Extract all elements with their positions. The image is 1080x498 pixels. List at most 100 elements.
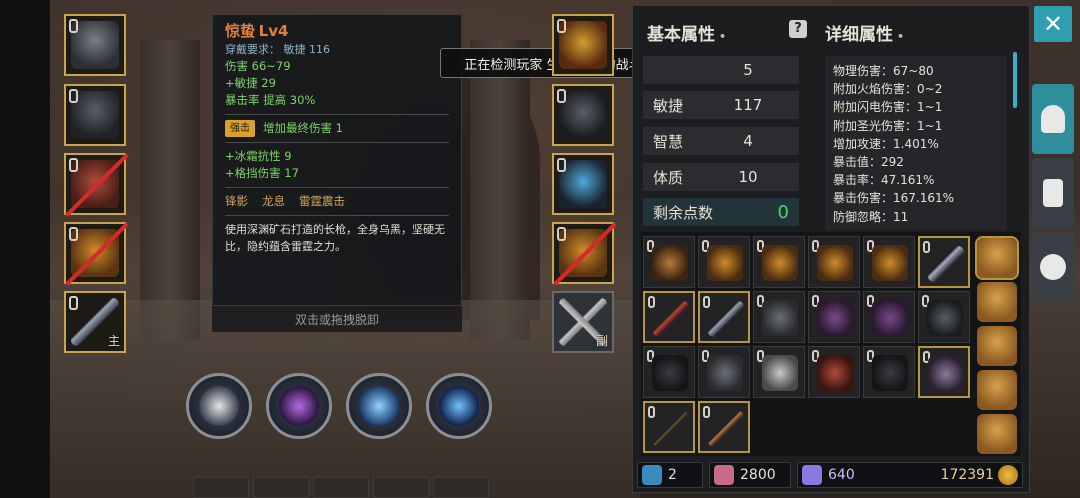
inventory-slot[interactable] <box>918 291 970 343</box>
equip-slot-sub-weapon[interactable]: 副 <box>552 291 614 353</box>
skill-button-2[interactable] <box>266 373 332 439</box>
skill-button-4[interactable] <box>426 373 492 439</box>
detail-stat: 防御忽略：11 <box>833 209 909 224</box>
inventory-slot[interactable] <box>643 236 695 288</box>
skills-tab-button[interactable] <box>1032 232 1074 302</box>
lock-chain-icon <box>69 227 78 241</box>
inventory-slot[interactable] <box>918 346 970 398</box>
stat-row: 敏捷 117 <box>643 91 799 119</box>
bag-tab[interactable] <box>977 326 1017 366</box>
inventory-slot[interactable] <box>643 346 695 398</box>
divider <box>225 114 449 115</box>
shoulder-armor-icon <box>927 300 963 336</box>
inventory-slot[interactable] <box>863 291 915 343</box>
equip-slot-chest[interactable] <box>64 153 126 215</box>
skill-button-1[interactable] <box>186 373 252 439</box>
item-skill: 雷霆震击 <box>299 194 345 208</box>
inventory-slot[interactable] <box>753 236 805 288</box>
item-level: Lv4 <box>258 22 289 40</box>
inventory-slot[interactable] <box>918 236 970 288</box>
detail-attributes-header: 详细属性 • <box>825 25 905 45</box>
chest-armor-icon <box>71 160 119 208</box>
stat-value: 10 <box>738 168 758 186</box>
detail-attributes-title: 详细属性 <box>825 25 893 45</box>
inventory-slot[interactable] <box>863 236 915 288</box>
inventory-slot[interactable] <box>753 346 805 398</box>
helmet-icon <box>762 300 798 336</box>
divider <box>225 142 449 143</box>
item-requirement: 穿戴要求： 敏捷 116 <box>225 41 449 58</box>
bottom-tab[interactable] <box>253 477 309 498</box>
inventory-slot[interactable] <box>698 346 750 398</box>
boots-icon <box>559 160 607 208</box>
spear-thrust-skill-icon <box>359 386 399 426</box>
lock-chain-icon <box>69 89 78 103</box>
equip-slot-necklace[interactable] <box>552 14 614 76</box>
shadow-skill-icon <box>279 386 319 426</box>
divider <box>225 187 449 188</box>
inventory-grid <box>641 232 1021 456</box>
equip-slot-main-weapon[interactable]: 主 <box>64 291 126 353</box>
equip-slot-bag[interactable] <box>64 222 126 284</box>
pouch-icon <box>71 229 119 277</box>
equip-slot-gloves[interactable] <box>552 84 614 146</box>
inventory-slot[interactable] <box>808 236 860 288</box>
item-skill: 锋影 <box>225 194 248 208</box>
inventory-slot[interactable] <box>698 401 750 453</box>
crossed-blades-icon <box>1043 179 1063 207</box>
close-button[interactable]: ✕ <box>1034 6 1072 42</box>
stat-row: 体质 10 <box>643 163 799 191</box>
item-name: 惊蛰 <box>225 22 256 40</box>
detail-stat: 附加闪电伤害：1~1 <box>833 100 943 115</box>
inventory-slot[interactable] <box>698 236 750 288</box>
stat-label: 敏捷 <box>653 96 684 115</box>
pouch-icon <box>762 245 798 281</box>
bottom-tab[interactable] <box>433 477 489 498</box>
shoulder-armor-icon <box>707 355 743 391</box>
item-stat: 暴击率 提高 30% <box>225 93 316 107</box>
inventory-slot[interactable] <box>643 291 695 343</box>
equip-slot-helmet[interactable] <box>64 14 126 76</box>
weapons-tab-button[interactable] <box>1032 158 1074 228</box>
bottom-tab[interactable] <box>193 477 249 498</box>
pouch-icon <box>872 245 908 281</box>
greatsword-icon <box>928 246 964 282</box>
chest-armor-icon <box>872 300 908 336</box>
equip-slot-shoulder[interactable] <box>64 84 126 146</box>
item-tooltip: 惊蛰 Lv4 穿戴要求： 敏捷 116 伤害 66~79 +敏捷 29 暴击率 … <box>212 14 462 306</box>
equip-slot-boots[interactable] <box>552 153 614 215</box>
bag-tab[interactable] <box>977 370 1017 410</box>
inventory-slot[interactable] <box>808 291 860 343</box>
pouch-icon <box>707 245 743 281</box>
bow-icon <box>653 411 689 447</box>
spear-icon <box>708 301 744 337</box>
inventory-slot[interactable] <box>863 346 915 398</box>
inventory-slot[interactable] <box>808 346 860 398</box>
bottom-tab[interactable] <box>373 477 429 498</box>
bag-tab[interactable] <box>977 414 1017 454</box>
bag-tab[interactable] <box>977 238 1017 278</box>
gold-value: 172391 <box>940 467 994 483</box>
detail-scrollbar[interactable] <box>1013 52 1017 108</box>
crystal-icon <box>802 465 822 485</box>
bottom-tab[interactable] <box>313 477 369 498</box>
detail-attributes-list[interactable]: 物理伤害：67~80 附加火焰伤害：0~2 附加闪电伤害：1~1 附加圣光伤害：… <box>825 56 1007 230</box>
help-icon[interactable]: ? <box>789 20 807 38</box>
detail-stat: 物理伤害：67~80 <box>833 64 934 78</box>
inventory-slot[interactable] <box>643 401 695 453</box>
gloves-icon <box>872 355 908 391</box>
detail-stat: 暴击伤害：167.161% <box>833 191 955 206</box>
inventory-slot[interactable] <box>753 291 805 343</box>
item-title: 惊蛰 Lv4 <box>225 23 449 41</box>
equipment-tab-button[interactable] <box>1032 84 1074 154</box>
detail-stat: 附加圣光伤害：1~1 <box>833 118 943 133</box>
equip-slot-accessory[interactable] <box>552 222 614 284</box>
inventory-slot[interactable] <box>698 291 750 343</box>
item-description: 使用深渊矿石打造的长枪，全身乌黑，坚硬无比，隐约蕴含雷霆之力。 <box>225 223 445 253</box>
skill-button-3[interactable] <box>346 373 412 439</box>
armor-icon <box>652 355 688 391</box>
axe-icon <box>928 356 964 392</box>
basic-attributes-title: 基本属性 <box>647 25 715 45</box>
unequip-hint[interactable]: 双击或拖拽脱卸 <box>212 306 462 332</box>
bag-tab[interactable] <box>977 282 1017 322</box>
